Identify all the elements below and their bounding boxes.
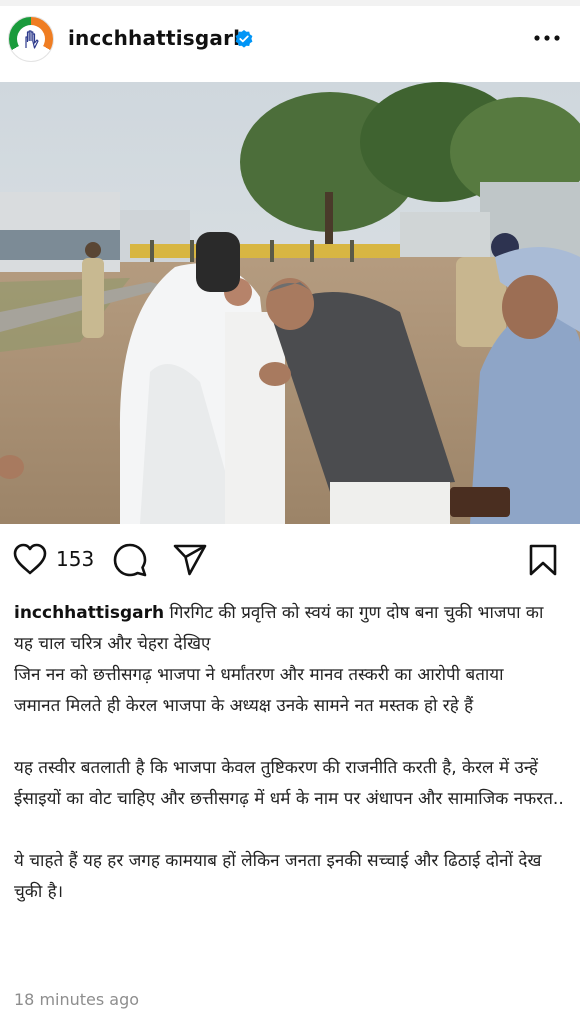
post-header: incchhattisgarh xyxy=(0,14,580,70)
paper-plane-icon[interactable] xyxy=(172,543,208,577)
comment-icon[interactable] xyxy=(112,542,148,578)
photo-scene xyxy=(0,82,580,524)
post-timestamp: 18 minutes ago xyxy=(14,990,140,1009)
heart-icon[interactable] xyxy=(12,542,48,576)
post-photo[interactable] xyxy=(0,82,580,524)
caption-line: जमानत मिलते ही केरल भाजपा के अध्यक्ष उनक… xyxy=(14,696,474,716)
verified-badge-icon xyxy=(235,30,253,48)
like-count[interactable]: 153 xyxy=(56,547,94,571)
more-horizontal-icon[interactable] xyxy=(532,28,562,48)
post-username[interactable]: incchhattisgarh xyxy=(68,26,248,50)
post-actions-bar: 153 xyxy=(0,538,580,582)
post-caption: incchhattisgarh गिरगिट की प्रवृत्ति को स… xyxy=(14,598,564,908)
top-divider xyxy=(0,0,580,6)
caption-line: ये चाहते हैं यह हर जगह कामयाब हों लेकिन … xyxy=(14,851,547,902)
caption-line: जिन नन को छत्तीसगढ़ भाजपा ने धर्मांतरण औ… xyxy=(14,665,504,685)
caption-line: incchhattisgarh गिरगिट की प्रवृत्ति को स… xyxy=(14,598,564,660)
profile-avatar[interactable] xyxy=(8,16,54,62)
caption-line: यह तस्वीर बतलाती है कि भाजपा केवल तुष्टि… xyxy=(14,758,564,809)
caption-username[interactable]: incchhattisgarh xyxy=(14,603,164,623)
hand-logo-icon xyxy=(17,25,45,53)
bookmark-icon[interactable] xyxy=(528,543,558,577)
